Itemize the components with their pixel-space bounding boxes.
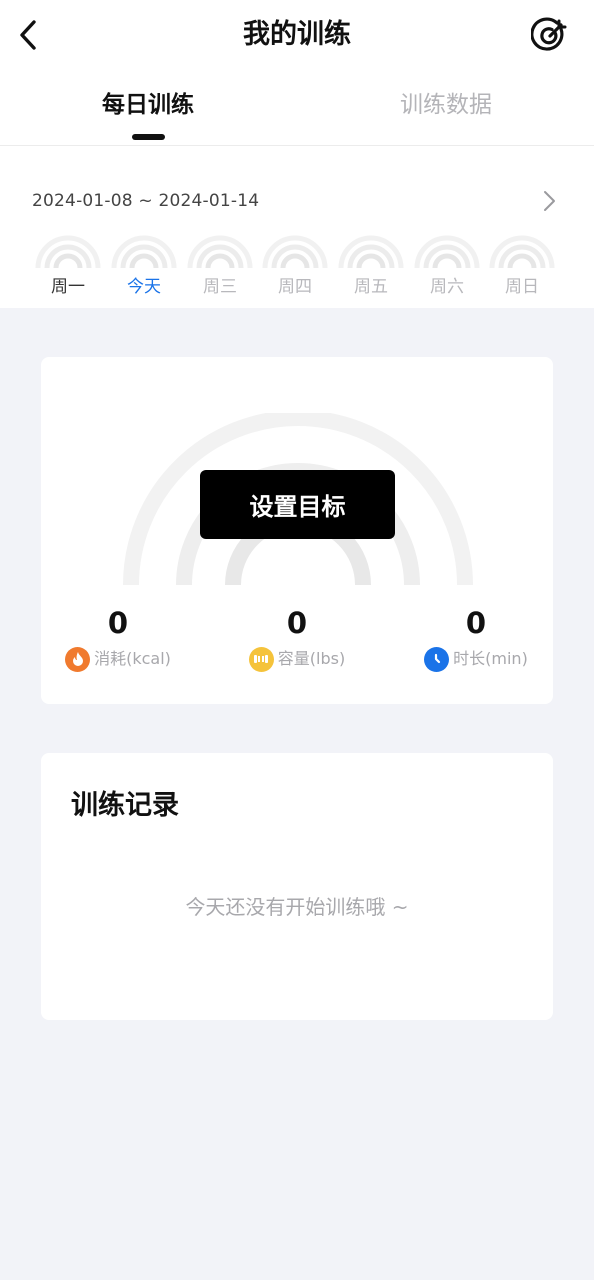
day-progress-ring [414,234,480,268]
day-progress-ring [187,234,253,268]
set-goal-button[interactable]: 设置目标 [200,470,395,539]
day-progress-ring [489,234,555,268]
date-range-row: 2024-01-08 ~ 2024-01-14 [32,184,562,218]
day-label: 今天 [127,277,161,297]
day-progress-ring [35,234,101,268]
day-label: 周一 [51,277,85,297]
day-ring-graphic [262,235,328,268]
training-page: 我的训练 每日训练 训练数据 2024-01-08 ~ 2024-01-14 周… [0,0,594,1280]
duration-label: 时长(min) [453,649,528,668]
volume-value: 0 [286,606,308,640]
tab-daily-training[interactable]: 每日训练 [48,82,248,128]
stat-duration: 0 时长(min) [401,603,551,673]
header-panel: 我的训练 每日训练 训练数据 2024-01-08 ~ 2024-01-14 周… [0,0,594,308]
day-ring-graphic [35,235,101,268]
day-item-sat[interactable]: 周六 [413,234,481,300]
empty-state-text: 今天还没有开始训练哦 ~ [185,895,409,919]
day-item-wed[interactable]: 周三 [186,234,254,300]
day-label: 周三 [203,277,237,297]
target-icon [531,17,567,51]
day-ring-graphic [338,235,404,268]
target-button[interactable] [530,16,570,56]
goal-card: 设置目标 0 消耗(kcal) 0 容量(lbs) 0 时长(min) [41,357,553,704]
duration-value: 0 [465,606,487,640]
day-item-sun[interactable]: 周日 [488,234,556,300]
day-item-thu[interactable]: 周四 [261,234,329,300]
day-ring-graphic [414,235,480,268]
stat-volume: 0 容量(lbs) [222,603,372,673]
day-label: 周五 [354,277,388,297]
day-ring-graphic [489,235,555,268]
next-week-button[interactable] [536,188,562,214]
day-progress-ring [262,234,328,268]
day-ring-graphic [187,235,253,268]
stat-calories: 0 消耗(kcal) [43,603,193,673]
dumbbell-icon [248,646,274,672]
active-tab-indicator [132,134,165,140]
week-selector: 周一 今天 周三 周四 周五 周六 周日 [32,234,562,300]
day-ring-graphic [111,235,177,268]
day-progress-ring [111,234,177,268]
day-label: 周日 [505,277,539,297]
day-item-fri[interactable]: 周五 [337,234,405,300]
day-label: 周六 [430,277,464,297]
day-item-today[interactable]: 今天 [110,234,178,300]
calories-label: 消耗(kcal) [94,649,171,668]
chevron-right-icon [544,191,555,211]
record-title: 训练记录 [71,790,179,821]
page-title: 我的训练 [243,19,351,50]
calories-value: 0 [107,606,129,640]
clock-icon [424,646,450,672]
flame-icon [65,646,91,672]
day-label: 周四 [278,277,312,297]
tab-training-data[interactable]: 训练数据 [346,82,546,128]
day-progress-ring [338,234,404,268]
training-record-card: 训练记录 今天还没有开始训练哦 ~ [41,753,553,1020]
date-range: 2024-01-08 ~ 2024-01-14 [32,191,260,211]
day-item-mon[interactable]: 周一 [34,234,102,300]
volume-label: 容量(lbs) [277,649,346,668]
tab-bar: 每日训练 训练数据 [0,82,594,146]
